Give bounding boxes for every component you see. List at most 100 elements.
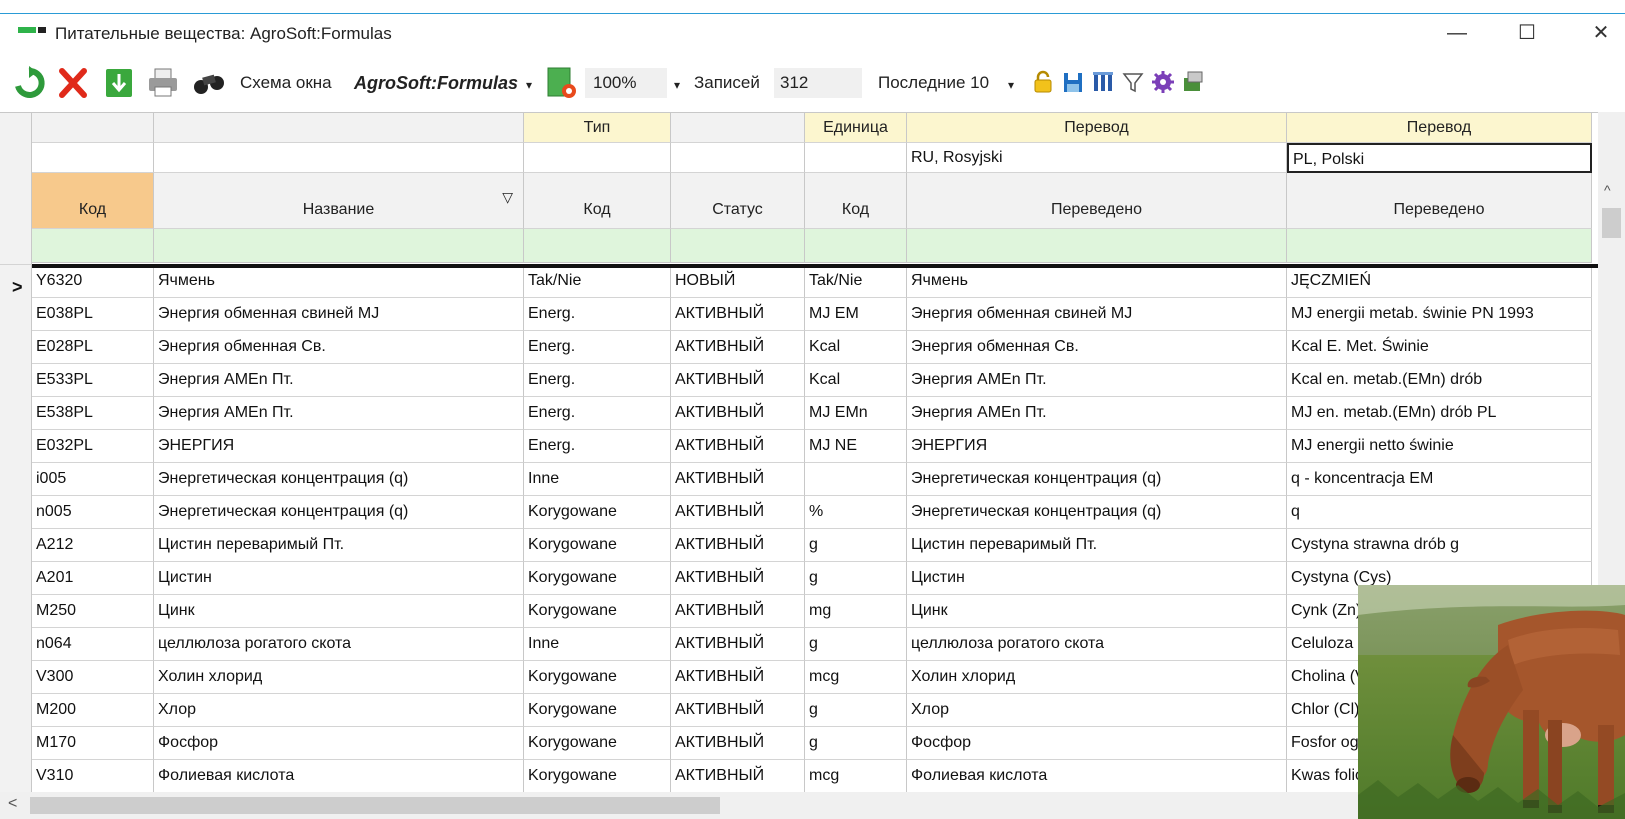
filter-icon[interactable] [1122, 70, 1144, 94]
cell-type-code[interactable]: Energ. [524, 364, 671, 397]
recent-dropdown-arrow[interactable]: ▾ [1008, 78, 1014, 92]
cell-translated-ru[interactable]: Энергия AMEn Пт. [907, 364, 1287, 397]
cell-code[interactable]: n005 [32, 496, 154, 529]
cell-type-code[interactable]: Energ. [524, 331, 671, 364]
cell-name[interactable]: Ячмень [154, 265, 524, 298]
cell-code[interactable]: i005 [32, 463, 154, 496]
cell-translated-ru[interactable]: Фосфор [907, 727, 1287, 760]
cell-status[interactable]: АКТИВНЫЙ [671, 661, 805, 694]
filter-type-code[interactable] [524, 229, 671, 263]
cell-unit-code[interactable]: g [805, 562, 907, 595]
cell-translated-pl[interactable]: MJ en. metab.(EMn) drób PL [1287, 397, 1592, 430]
cell-translated-ru[interactable]: Энергия обменная свиней MJ [907, 298, 1287, 331]
cell-name[interactable]: Холин хлорид [154, 661, 524, 694]
cell-translated-ru[interactable]: Холин хлорид [907, 661, 1287, 694]
filter-code[interactable] [32, 229, 154, 263]
cell-code[interactable]: A201 [32, 562, 154, 595]
gear-icon[interactable] [1152, 70, 1174, 94]
cell-unit-code[interactable]: mcg [805, 661, 907, 694]
cell-code[interactable]: V310 [32, 760, 154, 793]
cell-code[interactable]: E038PL [32, 298, 154, 331]
cell-translated-ru[interactable]: Цинк [907, 595, 1287, 628]
binoculars-icon[interactable] [192, 66, 226, 100]
cell-unit-code[interactable]: MJ EMn [805, 397, 907, 430]
column-header-code[interactable]: Код [32, 173, 154, 229]
cell-name[interactable]: Энергетическая концентрация (q) [154, 463, 524, 496]
cell-unit-code[interactable]: MJ EM [805, 298, 907, 331]
cell-type-code[interactable]: Korygowane [524, 760, 671, 793]
column-header-type-code[interactable]: Код [524, 173, 671, 229]
cell-translated-pl[interactable]: JĘCZMIEŃ [1287, 265, 1592, 298]
language-select-ru[interactable]: RU, Rosyjski [907, 143, 1287, 173]
cell-status[interactable]: АКТИВНЫЙ [671, 364, 805, 397]
cell-status[interactable]: АКТИВНЫЙ [671, 562, 805, 595]
cell-translated-pl[interactable]: q - koncentracja EM [1287, 463, 1592, 496]
cell-status[interactable]: АКТИВНЫЙ [671, 496, 805, 529]
cell-translated-ru[interactable]: Цистин [907, 562, 1287, 595]
cell-translated-pl[interactable]: Cystyna strawna drób g [1287, 529, 1592, 562]
cell-translated-ru[interactable]: Фолиевая кислота [907, 760, 1287, 793]
cell-type-code[interactable]: Inne [524, 463, 671, 496]
cell-unit-code[interactable]: Kcal [805, 331, 907, 364]
cell-type-code[interactable]: Korygowane [524, 595, 671, 628]
filter-name[interactable] [154, 229, 524, 263]
layout-dropdown-arrow[interactable]: ▾ [526, 78, 532, 92]
recent-dropdown[interactable]: Последние 10 [878, 73, 989, 93]
cell-unit-code[interactable]: g [805, 628, 907, 661]
cell-code[interactable]: E533PL [32, 364, 154, 397]
scroll-left-arrow[interactable]: < [8, 795, 17, 813]
cell-translated-ru[interactable]: Энергия обменная Св. [907, 331, 1287, 364]
cell-translated-pl[interactable]: MJ energii netto świnie [1287, 430, 1592, 463]
cell-code[interactable]: A212 [32, 529, 154, 562]
cell-name[interactable]: Фолиевая кислота [154, 760, 524, 793]
cell-name[interactable]: Энергия AMEn Пт. [154, 397, 524, 430]
cell-status[interactable]: АКТИВНЫЙ [671, 694, 805, 727]
scroll-up-arrow[interactable]: ^ [1604, 182, 1611, 198]
cell-code[interactable]: V300 [32, 661, 154, 694]
cell-code[interactable]: E538PL [32, 397, 154, 430]
cell-type-code[interactable]: Tak/Nie [524, 265, 671, 298]
cell-name[interactable]: целлюлоза рогатого скота [154, 628, 524, 661]
cell-status[interactable]: АКТИВНЫЙ [671, 298, 805, 331]
cell-name[interactable]: ЭНЕРГИЯ [154, 430, 524, 463]
cell-type-code[interactable]: Inne [524, 628, 671, 661]
cell-name[interactable]: Энергия обменная Св. [154, 331, 524, 364]
minimize-button[interactable]: — [1434, 18, 1480, 48]
cell-unit-code[interactable]: % [805, 496, 907, 529]
layout-select[interactable]: AgroSoft:Formulas [354, 73, 518, 94]
cell-translated-ru[interactable]: Энергетическая концентрация (q) [907, 496, 1287, 529]
filter-unit-code[interactable] [805, 229, 907, 263]
print-icon[interactable] [146, 66, 180, 100]
cell-status[interactable]: АКТИВНЫЙ [671, 595, 805, 628]
vertical-scroll-thumb[interactable] [1602, 208, 1621, 238]
cell-name[interactable]: Энергия AMEn Пт. [154, 364, 524, 397]
cell-status[interactable]: АКТИВНЫЙ [671, 397, 805, 430]
cell-status[interactable]: АКТИВНЫЙ [671, 727, 805, 760]
cell-name[interactable]: Цистин [154, 562, 524, 595]
filter-translated-ru[interactable] [907, 229, 1287, 263]
column-header-translated-pl[interactable]: Переведено [1287, 173, 1592, 229]
cell-unit-code[interactable]: MJ NE [805, 430, 907, 463]
cell-unit-code[interactable]: Kcal [805, 364, 907, 397]
cell-status[interactable]: АКТИВНЫЙ [671, 628, 805, 661]
refresh-icon[interactable] [12, 66, 46, 100]
cell-name[interactable]: Энергетическая концентрация (q) [154, 496, 524, 529]
cell-unit-code[interactable]: mcg [805, 760, 907, 793]
cell-type-code[interactable]: Korygowane [524, 562, 671, 595]
cell-name[interactable]: Цинк [154, 595, 524, 628]
cell-status[interactable]: НОВЫЙ [671, 265, 805, 298]
cell-type-code[interactable]: Korygowane [524, 694, 671, 727]
cell-type-code[interactable]: Korygowane [524, 661, 671, 694]
cell-code[interactable]: M170 [32, 727, 154, 760]
cell-status[interactable]: АКТИВНЫЙ [671, 331, 805, 364]
cell-unit-code[interactable]: Tak/Nie [805, 265, 907, 298]
cell-status[interactable]: АКТИВНЫЙ [671, 430, 805, 463]
cell-type-code[interactable]: Energ. [524, 430, 671, 463]
cell-type-code[interactable]: Korygowane [524, 727, 671, 760]
cell-code[interactable]: n064 [32, 628, 154, 661]
cell-type-code[interactable]: Energ. [524, 397, 671, 430]
cell-code[interactable]: E028PL [32, 331, 154, 364]
cell-translated-pl[interactable]: Kcal E. Met. Świnie [1287, 331, 1592, 364]
lock-icon[interactable] [1032, 70, 1054, 94]
cell-status[interactable]: АКТИВНЫЙ [671, 760, 805, 793]
